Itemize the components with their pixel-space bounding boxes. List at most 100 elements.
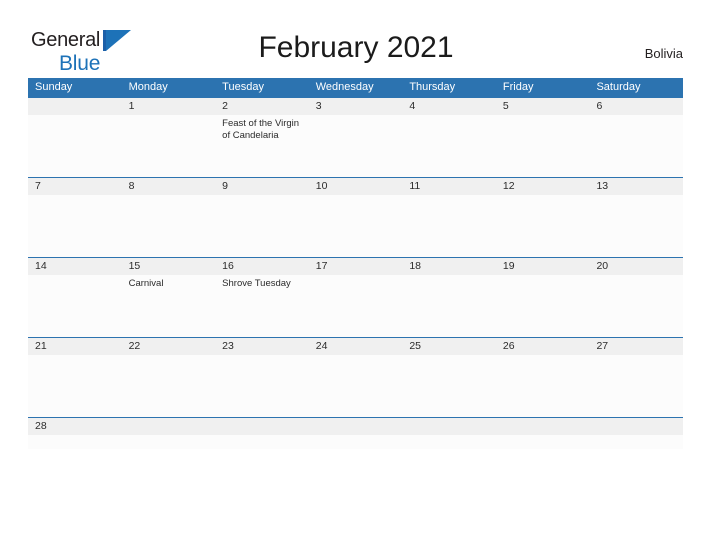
calendar-page: General Blue February 2021 Bolivia Sunda…	[0, 0, 712, 550]
day-number[interactable]: 1	[122, 98, 216, 115]
week-row: 14 15 16 17 18 19 20 Carnival Shrove Tue…	[28, 257, 683, 337]
day-number[interactable]	[28, 98, 122, 115]
day-cell[interactable]	[589, 355, 683, 417]
day-cell[interactable]	[309, 195, 403, 257]
week-number-band: 14 15 16 17 18 19 20	[28, 258, 683, 275]
day-number[interactable]: 22	[122, 338, 216, 355]
day-number[interactable]: 27	[589, 338, 683, 355]
week-event-band	[28, 435, 683, 449]
day-cell[interactable]: Shrove Tuesday	[215, 275, 309, 337]
week-row: 21 22 23 24 25 26 27	[28, 337, 683, 417]
day-cell[interactable]	[402, 115, 496, 177]
day-cell[interactable]	[28, 115, 122, 177]
day-cell[interactable]	[496, 275, 590, 337]
day-cell[interactable]	[309, 275, 403, 337]
day-number[interactable]: 15	[122, 258, 216, 275]
day-number[interactable]: 10	[309, 178, 403, 195]
day-number[interactable]: 28	[28, 418, 122, 435]
weekday-header-wednesday: Wednesday	[315, 81, 374, 93]
day-cell[interactable]	[122, 115, 216, 177]
day-event-text: Carnival	[128, 278, 164, 289]
day-number[interactable]: 21	[28, 338, 122, 355]
day-cell[interactable]	[28, 435, 122, 449]
week-row: 1 2 3 4 5 6 Feast of the Virgin of Cande…	[28, 97, 683, 177]
day-number[interactable]: 20	[589, 258, 683, 275]
day-cell[interactable]	[309, 115, 403, 177]
day-cell[interactable]	[589, 435, 683, 449]
weekday-header-thursday: Thursday	[409, 81, 456, 93]
day-cell[interactable]	[122, 355, 216, 417]
day-number[interactable]: 13	[589, 178, 683, 195]
day-cell[interactable]	[215, 195, 309, 257]
week-row: 28	[28, 417, 683, 449]
day-cell[interactable]	[28, 275, 122, 337]
day-number[interactable]: 17	[309, 258, 403, 275]
day-number[interactable]: 14	[28, 258, 122, 275]
day-event-text: Feast of the Virgin of Candelaria	[222, 118, 300, 141]
day-number[interactable]: 3	[309, 98, 403, 115]
page-header: General Blue February 2021 Bolivia	[0, 0, 712, 78]
day-cell[interactable]	[122, 195, 216, 257]
day-cell[interactable]	[309, 435, 403, 449]
day-cell[interactable]	[28, 195, 122, 257]
day-number[interactable]: 7	[28, 178, 122, 195]
day-number[interactable]: 4	[402, 98, 496, 115]
week-number-band: 1 2 3 4 5 6	[28, 98, 683, 115]
day-number[interactable]: 11	[402, 178, 496, 195]
week-event-band	[28, 195, 683, 257]
day-number[interactable]: 26	[496, 338, 590, 355]
day-number[interactable]: 2	[215, 98, 309, 115]
day-cell[interactable]	[496, 115, 590, 177]
week-number-band: 21 22 23 24 25 26 27	[28, 338, 683, 355]
region-label: Bolivia	[644, 46, 683, 61]
weekday-header-tuesday: Tuesday	[222, 81, 264, 93]
day-number[interactable]	[496, 418, 590, 435]
day-cell[interactable]	[122, 435, 216, 449]
calendar-grid: Sunday Monday Tuesday Wednesday Thursday…	[28, 78, 683, 449]
day-event-text: Shrove Tuesday	[222, 278, 291, 289]
day-number[interactable]: 19	[496, 258, 590, 275]
page-title: February 2021	[258, 31, 454, 64]
weekday-header-sunday: Sunday	[35, 81, 73, 93]
day-number[interactable]: 25	[402, 338, 496, 355]
day-cell[interactable]	[589, 275, 683, 337]
day-number[interactable]: 6	[589, 98, 683, 115]
week-event-band: Feast of the Virgin of Candelaria	[28, 115, 683, 177]
day-cell[interactable]	[496, 355, 590, 417]
weekday-header-saturday: Saturday	[596, 81, 641, 93]
day-cell[interactable]	[402, 435, 496, 449]
day-cell[interactable]	[402, 275, 496, 337]
day-number[interactable]: 8	[122, 178, 216, 195]
week-number-band: 7 8 9 10 11 12 13	[28, 178, 683, 195]
day-number[interactable]	[402, 418, 496, 435]
day-cell[interactable]	[496, 195, 590, 257]
day-cell[interactable]	[589, 115, 683, 177]
day-cell[interactable]	[309, 355, 403, 417]
day-cell[interactable]	[402, 355, 496, 417]
day-cell[interactable]: Feast of the Virgin of Candelaria	[215, 115, 309, 177]
week-event-band: Carnival Shrove Tuesday	[28, 275, 683, 337]
day-cell[interactable]	[402, 195, 496, 257]
week-event-band	[28, 355, 683, 417]
day-number[interactable]: 18	[402, 258, 496, 275]
day-number[interactable]: 9	[215, 178, 309, 195]
day-number[interactable]: 12	[496, 178, 590, 195]
day-number[interactable]: 24	[309, 338, 403, 355]
week-number-band: 28	[28, 418, 683, 435]
weekday-header-row: Sunday Monday Tuesday Wednesday Thursday…	[28, 78, 683, 97]
weekday-header-friday: Friday	[502, 81, 534, 93]
day-number[interactable]	[122, 418, 216, 435]
day-cell[interactable]	[496, 435, 590, 449]
day-number[interactable]	[589, 418, 683, 435]
day-number[interactable]	[215, 418, 309, 435]
day-number[interactable]: 5	[496, 98, 590, 115]
day-number[interactable]: 23	[215, 338, 309, 355]
day-cell[interactable]	[215, 435, 309, 449]
day-number[interactable]: 16	[215, 258, 309, 275]
day-cell[interactable]: Carnival	[122, 275, 216, 337]
day-cell[interactable]	[215, 355, 309, 417]
weekday-header-monday: Monday	[128, 81, 168, 93]
day-cell[interactable]	[28, 355, 122, 417]
day-number[interactable]	[309, 418, 403, 435]
day-cell[interactable]	[589, 195, 683, 257]
